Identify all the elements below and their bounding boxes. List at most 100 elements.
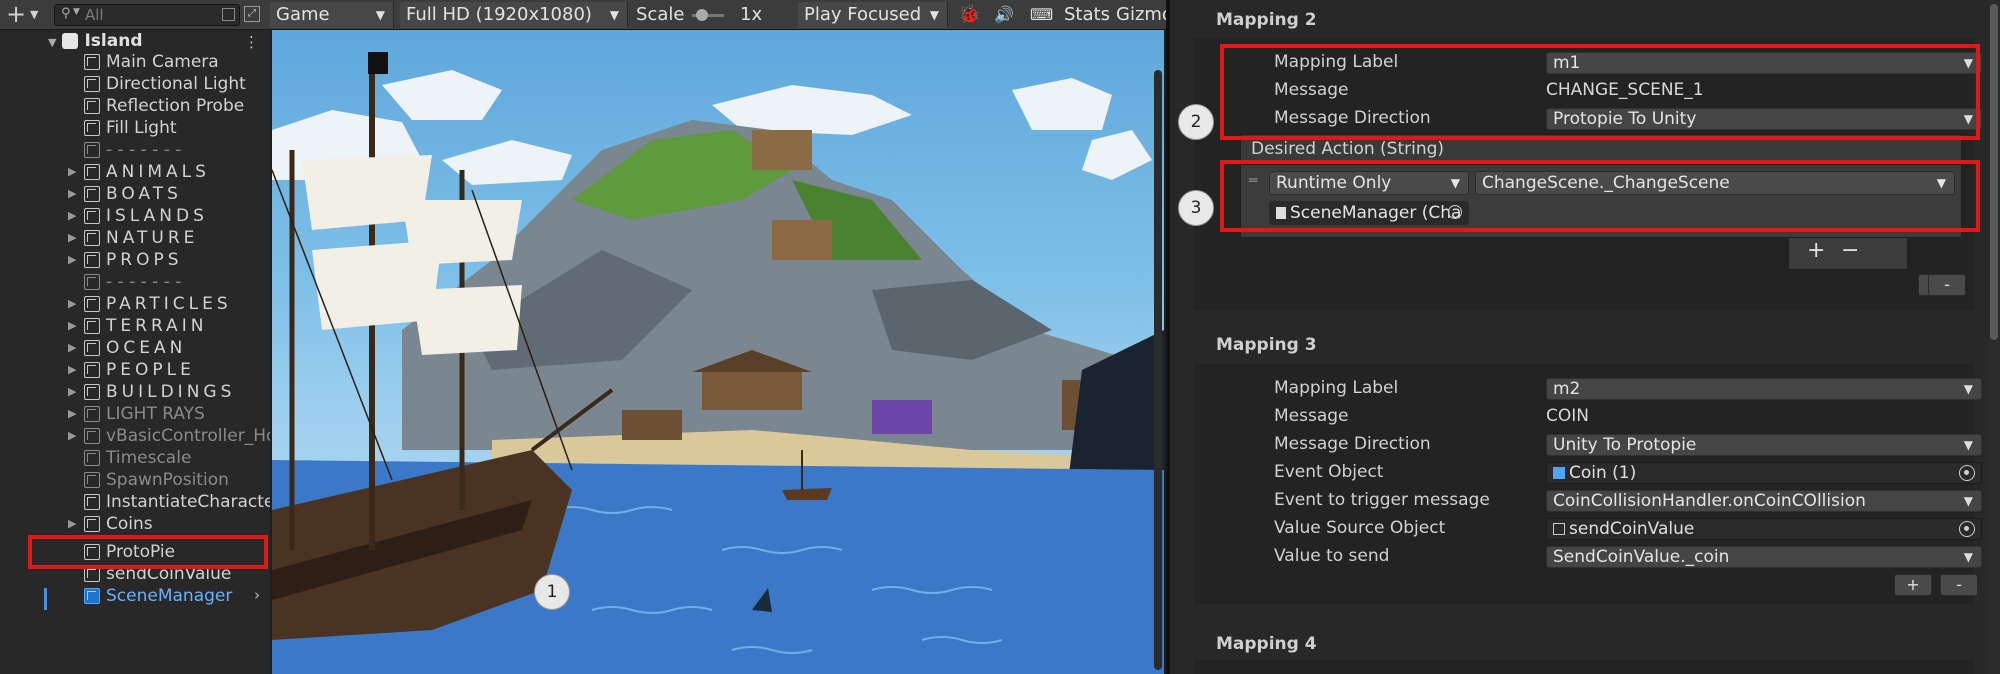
- gameobject-icon: [84, 164, 100, 180]
- game-viewport[interactable]: [272, 30, 1164, 674]
- hierarchy-item-label: OCEAN: [106, 338, 187, 358]
- scene-name: Island: [84, 31, 143, 51]
- hierarchy-item-separator[interactable]: - - - - - - -: [84, 271, 181, 293]
- hierarchy-item-people[interactable]: ▶ PEOPLE: [68, 359, 195, 381]
- hierarchy-item-label: Directional Light: [106, 74, 246, 94]
- game-scene-render: [272, 52, 1164, 674]
- hierarchy-item-main-camera[interactable]: Main Camera: [84, 51, 219, 73]
- search-placeholder: All: [85, 6, 104, 24]
- game-toolbar: Game ▼ Full HD (1920x1080) ▼ Scale 1x Play…: [270, 0, 1173, 30]
- search-expand-icon[interactable]: [222, 8, 235, 21]
- hierarchy-item-nature[interactable]: ▶ NATURE: [68, 227, 198, 249]
- hierarchy-item-vbasiccontroller[interactable]: ▶ vBasicController_Ho: [68, 425, 276, 447]
- unity-scene-icon: [62, 33, 79, 49]
- viewport-scrollbar[interactable]: [1154, 70, 1162, 670]
- hierarchy-item-instantiatecharacter[interactable]: InstantiateCharacter: [84, 491, 281, 513]
- hierarchy-item-separator[interactable]: - - - - - - -: [84, 139, 181, 161]
- hierarchy-item-timescale[interactable]: Timescale: [84, 447, 191, 469]
- stats-button[interactable]: Stats: [1064, 2, 1110, 28]
- hierarchy-item-reflection-probe[interactable]: Reflection Probe: [84, 95, 244, 117]
- inspector-scrollbar-thumb[interactable]: [1990, 4, 1998, 340]
- remove-mapping-button[interactable]: -: [1940, 574, 1978, 596]
- gameobject-icon: [84, 384, 100, 400]
- gameobject-icon: [84, 252, 100, 268]
- play-mode-dropdown[interactable]: Play Focused ▼: [798, 2, 948, 28]
- hierarchy-item-label: Main Camera: [106, 52, 219, 72]
- expand-arrow-icon[interactable]: ▶: [68, 425, 76, 447]
- expand-arrow-icon[interactable]: ▶: [68, 249, 80, 271]
- hierarchy-item-terrain[interactable]: ▶ TERRAIN: [68, 315, 207, 337]
- object-picker-icon[interactable]: [1959, 521, 1975, 537]
- annotation-badge-1: 1: [534, 574, 570, 610]
- event-object-field[interactable]: Coin (1): [1546, 462, 1982, 484]
- event-object-value: Coin (1): [1569, 463, 1637, 483]
- gameobject-icon: [84, 472, 100, 488]
- hierarchy-item-label: Reflection Probe: [106, 96, 245, 116]
- event-object-caption: Event Object: [1274, 462, 1384, 482]
- scene-root-item[interactable]: ▼ Island: [48, 30, 142, 52]
- collapse-arrow-icon[interactable]: ▼: [48, 36, 56, 49]
- hierarchy-item-buildings[interactable]: ▶ BUILDINGS: [68, 381, 235, 403]
- add-listener-button[interactable]: +: [1807, 238, 1825, 263]
- mapping-label-dropdown[interactable]: m2 ▼: [1546, 378, 1982, 400]
- hierarchy-item-label: Timescale: [106, 448, 192, 468]
- chevron-right-icon[interactable]: ›: [254, 586, 260, 604]
- object-picker-icon[interactable]: [1959, 465, 1975, 481]
- gameobject-icon: [84, 450, 100, 466]
- hierarchy-item-light-rays[interactable]: ▶ LIGHT RAYS: [68, 403, 205, 425]
- display-dropdown[interactable]: Game ▼: [270, 2, 394, 28]
- hierarchy-item-label: PROPS: [106, 250, 183, 270]
- hierarchy-item-boats[interactable]: ▶ BOATS: [68, 183, 182, 205]
- mapping-3-title[interactable]: Mapping 3: [1216, 335, 1317, 355]
- hierarchy-item-particles[interactable]: ▶ PARTICLES: [68, 293, 232, 315]
- hierarchy-item-props[interactable]: ▶ PROPS: [68, 249, 183, 271]
- hierarchy-item-islands[interactable]: ▶ ISLANDS: [68, 205, 208, 227]
- expand-arrow-icon[interactable]: ▶: [68, 337, 80, 359]
- scene-menu-icon[interactable]: ⋮: [244, 33, 259, 51]
- hierarchy-item-directional-light[interactable]: Directional Light: [84, 73, 246, 95]
- hierarchy-item-coins[interactable]: ▶ Coins: [68, 513, 153, 535]
- message-value[interactable]: COIN: [1546, 406, 1589, 426]
- hierarchy-item-fill-light[interactable]: Fill Light: [84, 117, 177, 139]
- expand-arrow-icon[interactable]: ▶: [68, 403, 76, 425]
- remove-mapping-button[interactable]: -: [1928, 274, 1966, 296]
- mapping-4-title[interactable]: Mapping 4: [1216, 634, 1317, 654]
- message-direction-dropdown[interactable]: Unity To Protopie ▼: [1546, 434, 1982, 456]
- expand-arrow-icon[interactable]: ▶: [68, 183, 80, 205]
- value-source-field[interactable]: sendCoinValue: [1546, 518, 1982, 540]
- search-dropdown-icon[interactable]: ▼: [73, 7, 80, 17]
- gameobject-icon: [84, 516, 100, 532]
- annotation-badge-3: 3: [1178, 190, 1214, 226]
- audio-icon[interactable]: 🔊: [994, 2, 1014, 28]
- gameobject-icon: [84, 142, 100, 158]
- lock-icon[interactable]: ⤢: [244, 6, 260, 22]
- add-object-button[interactable]: + ▼: [6, 2, 44, 28]
- remove-listener-button[interactable]: −: [1841, 238, 1859, 263]
- gizmos-button[interactable]: Gizmo: [1116, 2, 1173, 28]
- expand-arrow-icon[interactable]: ▶: [68, 293, 80, 315]
- game-view-panel: Game ▼ Full HD (1920x1080) ▼ Scale 1x Play…: [270, 0, 1173, 674]
- expand-arrow-icon[interactable]: ▶: [68, 513, 76, 535]
- scale-slider-handle[interactable]: [696, 9, 708, 21]
- expand-arrow-icon[interactable]: ▶: [68, 161, 80, 183]
- play-mode-label: Play Focused: [804, 4, 922, 25]
- expand-arrow-icon[interactable]: ▶: [68, 315, 80, 337]
- hierarchy-item-animals[interactable]: ▶ ANIMALS: [68, 161, 210, 183]
- trigger-dropdown[interactable]: CoinCollisionHandler.onCoinCOllision ▼: [1546, 490, 1982, 512]
- mapping-2-title[interactable]: Mapping 2: [1216, 10, 1317, 30]
- message-direction-caption: Message Direction: [1274, 434, 1431, 454]
- trigger-caption: Event to trigger message: [1274, 490, 1490, 510]
- add-mapping-button[interactable]: +: [1894, 574, 1932, 596]
- resolution-dropdown[interactable]: Full HD (1920x1080) ▼: [400, 2, 628, 28]
- hierarchy-item-spawnposition[interactable]: SpawnPosition: [84, 469, 229, 491]
- keyboard-icon[interactable]: ⌨: [1030, 2, 1053, 28]
- bug-icon[interactable]: 🐞: [958, 2, 980, 28]
- expand-arrow-icon[interactable]: ▶: [68, 205, 80, 227]
- hierarchy-search-field[interactable]: ⚲ ▼ All: [54, 4, 240, 26]
- hierarchy-item-ocean[interactable]: ▶ OCEAN: [68, 337, 187, 359]
- expand-arrow-icon[interactable]: ▶: [68, 227, 80, 249]
- value-send-dropdown[interactable]: SendCoinValue._coin ▼: [1546, 546, 1982, 568]
- hierarchy-item-scenemanager[interactable]: SceneManager: [84, 585, 232, 607]
- expand-arrow-icon[interactable]: ▶: [68, 359, 80, 381]
- expand-arrow-icon[interactable]: ▶: [68, 381, 80, 403]
